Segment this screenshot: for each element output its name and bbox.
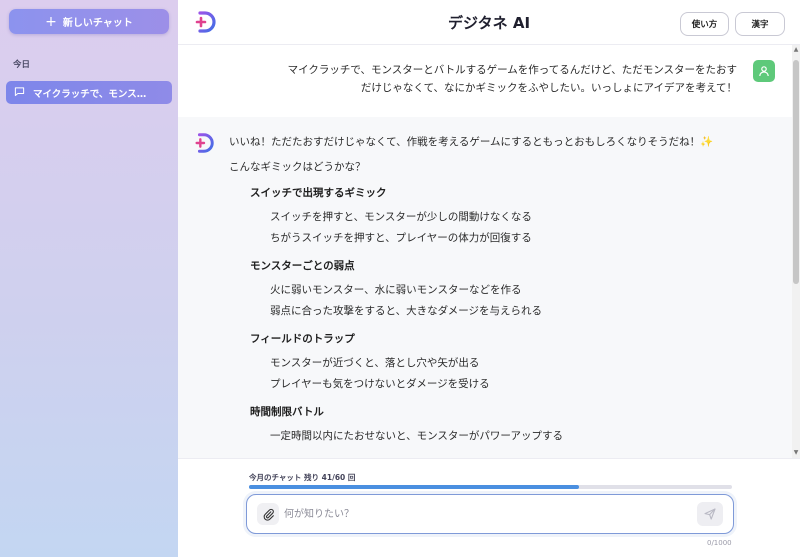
gimmick-title: フィールドのトラップ — [250, 333, 355, 345]
message-input[interactable] — [284, 505, 684, 523]
gimmick-item: スイッチで出現するギミック スイッチを押すと、モンスターが少しの間動けなくなる … — [229, 185, 729, 249]
gimmick-detail: ちがうスイッチを押すと、プレイヤーの体力が回復する — [270, 232, 532, 244]
char-count: 0/1000 — [707, 539, 732, 547]
header: デジタネ AI 使い方 漢字 — [178, 0, 800, 45]
composer: 今月のチャット 残り 41/60 回 0/1000 — [178, 458, 800, 557]
section-label-today: 今日 — [13, 60, 31, 70]
message-input-box — [246, 494, 734, 534]
chat-quota-text: 今月のチャット 残り 41/60 回 — [249, 473, 356, 482]
kanji-button[interactable]: 漢字 — [735, 12, 785, 36]
gimmick-item: 時間制限バトル 一定時間以内にたおせないと、モンスターがパワーアップする — [229, 404, 729, 447]
user-message-line: マイクラッチで、モンスターとバトルするゲームを作ってるんだけど、ただモンスターを… — [287, 64, 737, 76]
chat-quota-bar — [249, 485, 732, 489]
chat-area: マイクラッチで、モンスターとバトルするゲームを作ってるんだけど、ただモンスターを… — [178, 45, 800, 458]
ai-message-row: いいね！ただたおすだけじゃなくて、作戦を考えるゲームにするともっとおもしろくなり… — [178, 117, 792, 458]
gimmick-detail: プレイヤーも気をつけないとダメージを受ける — [270, 378, 490, 390]
gimmick-title: 時間制限バトル — [250, 406, 324, 418]
ai-avatar-icon — [193, 132, 215, 154]
gimmick-item: フィールドのトラップ モンスターが近づくと、落とし穴や矢が出る プレイヤーも気を… — [229, 331, 729, 395]
new-chat-button[interactable]: + 新しいチャット — [9, 9, 169, 34]
gimmick-detail: 弱点に合った攻撃をすると、大きなダメージを与えられる — [270, 305, 543, 317]
chat-quota-bar-fill — [249, 485, 579, 489]
new-chat-label: 新しいチャット — [62, 18, 133, 29]
gimmick-detail: 火に弱いモンスター、水に弱いモンスターなどを作る — [270, 284, 522, 296]
ai-intro: いいね！ただたおすだけじゃなくて、作戦を考えるゲームにするともっとおもしろくなり… — [229, 136, 714, 148]
gimmick-detail: 一定時間以内にたおせないと、モンスターがパワーアップする — [270, 430, 563, 442]
send-button[interactable] — [697, 502, 723, 526]
ai-message: いいね！ただたおすだけじゃなくて、作戦を考えるゲームにするともっとおもしろくなり… — [229, 133, 729, 453]
send-icon — [704, 508, 716, 520]
ai-question: こんなギミックはどうかな？ — [229, 161, 366, 173]
sidebar: + 新しいチャット 今日 マイクラッチで、モンスターとバトルするゲームを作ってる… — [0, 0, 178, 557]
gimmick-title: モンスターごとの弱点 — [250, 260, 355, 272]
chat-bubble-icon — [14, 86, 25, 100]
gimmick-detail: スイッチを押すと、モンスターが少しの間動けなくなる — [270, 211, 532, 223]
user-message-row: マイクラッチで、モンスターとバトルするゲームを作ってるんだけど、ただモンスターを… — [178, 45, 792, 117]
gimmick-detail: モンスターが近づくと、落とし穴や矢が出る — [270, 357, 480, 369]
paperclip-icon[interactable] — [257, 503, 279, 525]
scroll-down-arrow-icon[interactable]: ▼ — [792, 449, 800, 457]
gimmick-item: モンスターごとの弱点 火に弱いモンスター、水に弱いモンスターなどを作る 弱点に合… — [229, 258, 729, 322]
chat-history-label: マイクラッチで、モンスターとバトルするゲームを作ってるんだけど — [33, 88, 151, 100]
usage-button[interactable]: 使い方 — [680, 12, 729, 36]
scrollbar-thumb[interactable] — [793, 60, 799, 284]
user-message: マイクラッチで、モンスターとバトルするゲームを作ってるんだけど、ただモンスターを… — [237, 61, 737, 97]
scroll-up-arrow-icon[interactable]: ▲ — [792, 46, 800, 54]
chat-history-item[interactable]: マイクラッチで、モンスターとバトルするゲームを作ってるんだけど — [6, 81, 172, 104]
user-message-line: だけじゃなくて、なにかギミックをふやしたい。いっしょにアイデアを考えて！ — [360, 82, 737, 94]
plus-icon: + — [45, 13, 57, 30]
gimmick-title: スイッチで出現するギミック — [250, 187, 387, 199]
user-icon — [753, 60, 775, 82]
